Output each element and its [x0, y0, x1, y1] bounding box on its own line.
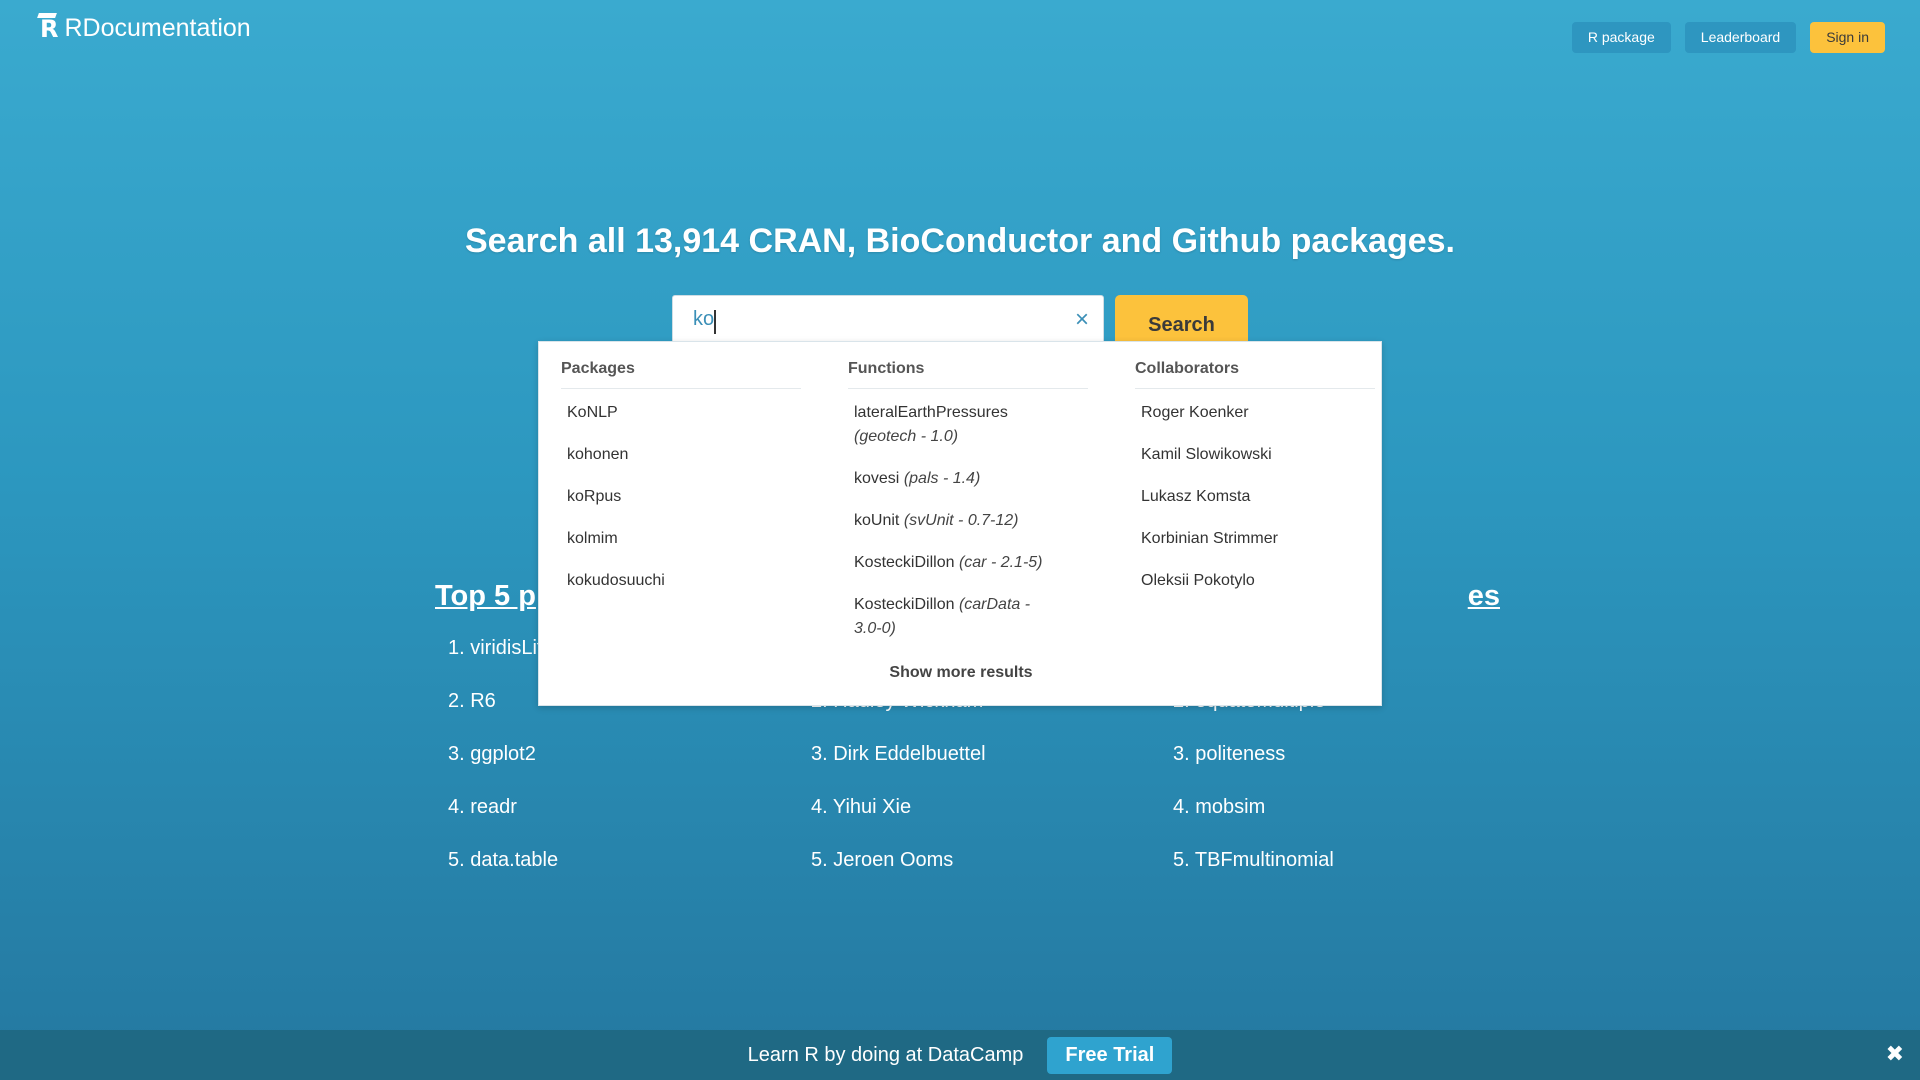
clear-icon[interactable]: ×: [1075, 308, 1089, 332]
list-item[interactable]: 5. TBFmultinomial: [1160, 846, 1500, 899]
functions-heading: Functions: [848, 360, 1088, 389]
logo-icon: R: [40, 14, 59, 43]
function-suggestion[interactable]: kovesi (pals - 1.4): [848, 467, 1088, 491]
collaborator-suggestion[interactable]: Roger Koenker: [1135, 401, 1375, 425]
function-name: lateralEarthPressures: [854, 404, 1008, 421]
sign-in-button[interactable]: Sign in: [1810, 22, 1885, 53]
close-icon[interactable]: ✖: [1886, 1042, 1904, 1067]
collaborator-suggestion[interactable]: Oleksii Pokotylo: [1135, 569, 1375, 593]
package-suggestion[interactable]: kokudosuuchi: [561, 569, 801, 593]
datacamp-banner: Learn R by doing at DataCamp Free Trial …: [0, 1030, 1920, 1080]
collaborators-suggestions: Collaborators Roger Koenker Kamil Slowik…: [1135, 360, 1375, 611]
function-meta: (geotech - 1.0): [854, 428, 959, 445]
list-item[interactable]: 5. Jeroen Ooms: [798, 846, 1138, 899]
package-suggestion[interactable]: koRpus: [561, 485, 801, 509]
list-item[interactable]: 3. politeness: [1160, 740, 1500, 793]
functions-suggestions: Functions lateralEarthPressures (geotech…: [848, 360, 1088, 659]
free-trial-button[interactable]: Free Trial: [1047, 1036, 1173, 1074]
collaborator-suggestion[interactable]: Korbinian Strimmer: [1135, 527, 1375, 551]
list-item[interactable]: 4. Yihui Xie: [798, 793, 1138, 846]
show-more-results-link[interactable]: Show more results: [539, 664, 1383, 682]
top-nav: R package Leaderboard Sign in: [1571, 22, 1885, 53]
list-item[interactable]: 4. readr: [435, 793, 775, 846]
function-name: KosteckiDillon: [854, 554, 955, 571]
function-name: koUnit: [854, 512, 900, 529]
function-suggestion[interactable]: KosteckiDillon (car - 2.1-5): [848, 551, 1088, 575]
hero-title: Search all 13,914 CRAN, BioConductor and…: [464, 222, 1456, 260]
r-package-button[interactable]: R package: [1571, 22, 1671, 53]
function-meta: (pals - 1.4): [903, 470, 981, 487]
text-caret: [714, 310, 716, 334]
logo-text: RDocumentation: [64, 14, 251, 42]
collaborator-suggestion[interactable]: Kamil Slowikowski: [1135, 443, 1375, 467]
package-suggestion[interactable]: KoNLP: [561, 401, 801, 425]
list-item[interactable]: 4. mobsim: [1160, 793, 1500, 846]
function-name: KosteckiDillon: [854, 596, 955, 613]
packages-suggestions: Packages KoNLP kohonen koRpus kolmim kok…: [561, 360, 801, 611]
function-suggestion[interactable]: koUnit (svUnit - 0.7-12): [848, 509, 1088, 533]
search-input[interactable]: [693, 308, 1053, 331]
list-item[interactable]: 3. ggplot2: [435, 740, 775, 793]
function-suggestion[interactable]: lateralEarthPressures (geotech - 1.0): [848, 401, 1058, 449]
banner-text: Learn R by doing at DataCamp: [747, 1043, 1024, 1066]
function-name: kovesi: [854, 470, 900, 487]
function-meta: (svUnit - 0.7-12): [903, 512, 1019, 529]
collaborators-heading: Collaborators: [1135, 360, 1375, 389]
leaderboard-button[interactable]: Leaderboard: [1684, 22, 1797, 53]
search-suggestions-dropdown: Packages KoNLP kohonen koRpus kolmim kok…: [538, 341, 1382, 706]
collaborator-suggestion[interactable]: Lukasz Komsta: [1135, 485, 1375, 509]
site-logo[interactable]: R RDocumentation: [40, 14, 251, 43]
function-suggestion[interactable]: KosteckiDillon (carData - 3.0-0): [848, 593, 1058, 641]
list-item[interactable]: 3. Dirk Eddelbuettel: [798, 740, 1138, 793]
function-meta: (car - 2.1-5): [958, 554, 1043, 571]
search-box: ×: [672, 295, 1104, 347]
package-suggestion[interactable]: kolmim: [561, 527, 801, 551]
list-item[interactable]: 5. data.table: [435, 846, 775, 899]
package-suggestion[interactable]: kohonen: [561, 443, 801, 467]
packages-heading: Packages: [561, 360, 801, 389]
